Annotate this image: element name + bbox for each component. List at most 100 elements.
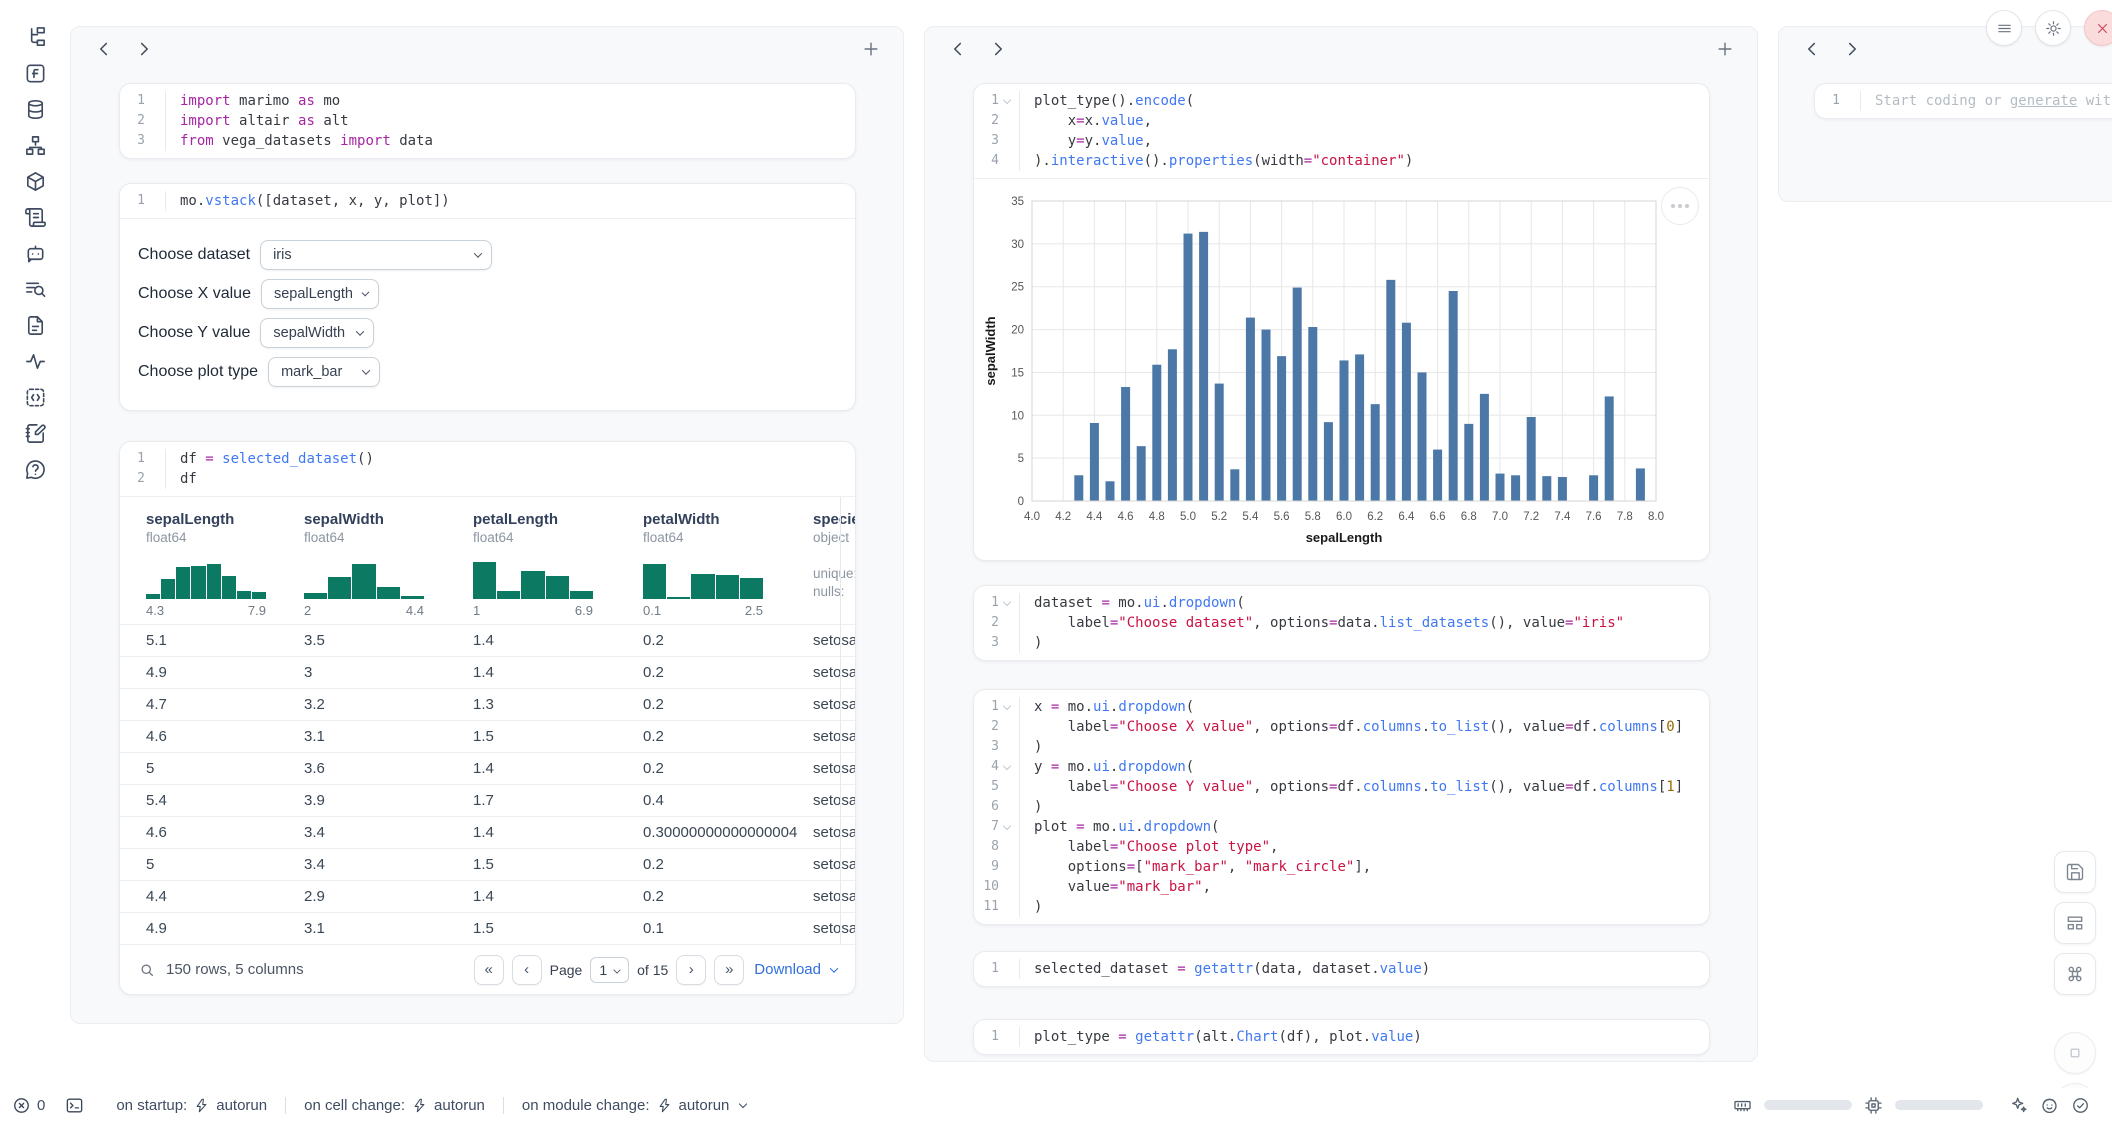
database-icon[interactable]	[24, 98, 47, 121]
cell-dataframe[interactable]: 1df = selected_dataset()2df sepalLengthf…	[119, 441, 856, 995]
table-row[interactable]: 4.73.21.30.2setosa	[120, 688, 855, 720]
code-editor[interactable]: 1selected_dataset = getattr(data, datase…	[974, 952, 1709, 986]
module-change-mode[interactable]: on module change: autorun	[504, 1097, 764, 1114]
help-icon[interactable]	[24, 458, 47, 481]
fold-chevron-icon[interactable]	[1002, 598, 1012, 608]
next-page-button[interactable]: ›	[676, 955, 706, 985]
page-select[interactable]: 1	[590, 957, 629, 983]
table-row[interactable]: 4.63.41.40.30000000000000004setosa	[120, 816, 855, 848]
code-text: )	[1020, 797, 1042, 817]
table-cell: 3.1	[304, 920, 473, 937]
table-cell: 1.4	[473, 824, 643, 841]
code-editor[interactable]: 1mo.vstack([dataset, x, y, plot])	[120, 184, 855, 218]
check-circle-icon[interactable]	[2071, 1096, 2090, 1115]
code-box-icon[interactable]	[24, 386, 47, 409]
chevron-left-icon[interactable]	[93, 38, 115, 60]
file-tree-icon[interactable]	[24, 26, 47, 49]
startup-mode[interactable]: on startup: autorun	[98, 1097, 285, 1114]
column-histogram[interactable]	[473, 557, 593, 599]
assistant-icon[interactable]	[2040, 1096, 2059, 1115]
sitemap-icon[interactable]	[24, 134, 47, 157]
chevron-right-icon[interactable]	[133, 38, 155, 60]
cell-chart[interactable]: 1plot_type().encode(2 x=x.value,3 y=y.va…	[973, 83, 1710, 561]
download-button[interactable]: Download	[754, 961, 837, 978]
line-number: 7	[974, 817, 1020, 837]
chevron-right-icon[interactable]	[987, 38, 1009, 60]
code-editor[interactable]: 1df = selected_dataset()2df	[120, 442, 855, 496]
column-histogram[interactable]	[146, 557, 266, 599]
cell-change-mode[interactable]: on cell change: autorun	[286, 1097, 503, 1114]
chart-menu-button[interactable]	[1661, 187, 1699, 225]
code-editor[interactable]: 1x = mo.ui.dropdown(2 label="Choose X va…	[974, 690, 1709, 924]
line-number: 1	[974, 91, 1020, 111]
errors-icon[interactable]	[12, 1096, 31, 1115]
settings-button[interactable]	[2035, 10, 2071, 46]
cell-xyplot-dropdowns[interactable]: 1x = mo.ui.dropdown(2 label="Choose X va…	[973, 689, 1710, 925]
chevron-down-icon	[362, 288, 370, 296]
table-row[interactable]: 4.93.11.50.1setosa	[120, 912, 855, 944]
cell-scratch[interactable]: 1Start coding or generate with	[1814, 83, 2112, 119]
scroll-icon[interactable]	[24, 206, 47, 229]
terminal-icon[interactable]	[65, 1096, 84, 1115]
cell-dataset-dropdown[interactable]: 1dataset = mo.ui.dropdown(2 label="Choos…	[973, 585, 1710, 661]
first-page-button[interactable]: «	[474, 955, 504, 985]
add-cell-icon[interactable]	[861, 39, 881, 59]
add-cell-icon[interactable]	[1715, 39, 1735, 59]
stop-button[interactable]	[2054, 1032, 2096, 1074]
code-editor[interactable]: 1dataset = mo.ui.dropdown(2 label="Choos…	[974, 586, 1709, 660]
fold-chevron-icon[interactable]	[1002, 762, 1012, 772]
search-list-icon[interactable]	[24, 278, 47, 301]
table-row[interactable]: 5.13.51.40.2setosa	[120, 624, 855, 656]
bar-chart[interactable]: 4.04.24.44.64.85.05.25.45.65.86.06.26.46…	[982, 189, 1701, 554]
code-editor[interactable]: 1plot_type = getattr(alt.Chart(df), plot…	[974, 1020, 1709, 1054]
fold-chevron-icon[interactable]	[1002, 702, 1012, 712]
table-row[interactable]: 53.41.50.2setosa	[120, 848, 855, 880]
menu-button[interactable]	[1986, 10, 2022, 46]
document-icon[interactable]	[24, 314, 47, 337]
table-row[interactable]: 5.43.91.70.4setosa	[120, 784, 855, 816]
code-editor[interactable]: 1Start coding or generate with	[1815, 84, 2112, 118]
command-button[interactable]	[2054, 953, 2096, 995]
package-icon[interactable]	[24, 170, 47, 193]
table-row[interactable]: 4.42.91.40.2setosa	[120, 880, 855, 912]
svg-text:5.4: 5.4	[1242, 511, 1259, 523]
column-histogram[interactable]	[304, 557, 424, 599]
notebook-pen-icon[interactable]	[24, 422, 47, 445]
chart-svg: 4.04.24.44.64.85.05.25.45.65.86.06.26.46…	[982, 189, 1688, 549]
y-select[interactable]: sepalWidth	[260, 318, 374, 348]
fold-chevron-icon[interactable]	[1002, 822, 1012, 832]
fold-chevron-icon[interactable]	[1002, 96, 1012, 106]
function-square-icon[interactable]	[24, 62, 47, 85]
table-row[interactable]: 4.63.11.50.2setosa	[120, 720, 855, 752]
cell-vstack[interactable]: 1mo.vstack([dataset, x, y, plot]) Choose…	[119, 183, 856, 411]
chevron-left-icon[interactable]	[947, 38, 969, 60]
search-icon[interactable]	[138, 961, 156, 979]
table-column-header[interactable]: speciesobjectunique:nulls:	[813, 511, 856, 618]
cell-plot-type[interactable]: 1plot_type = getattr(alt.Chart(df), plot…	[973, 1019, 1710, 1055]
sparkles-icon[interactable]	[2009, 1096, 2028, 1115]
save-button[interactable]	[2054, 851, 2096, 893]
close-button[interactable]	[2084, 10, 2112, 46]
plot-select[interactable]: mark_bar	[268, 357, 380, 387]
table-row[interactable]: 4.931.40.2setosa	[120, 656, 855, 688]
layout-button[interactable]	[2054, 902, 2096, 944]
last-page-button[interactable]: »	[714, 955, 744, 985]
chevron-right-icon[interactable]	[1841, 38, 1863, 60]
cell-imports[interactable]: 1import marimo as mo2import altair as al…	[119, 83, 856, 159]
bot-icon[interactable]	[24, 242, 47, 265]
table-scrollbar[interactable]	[840, 497, 841, 944]
cell-selected-dataset[interactable]: 1selected_dataset = getattr(data, datase…	[973, 951, 1710, 987]
activity-icon[interactable]	[24, 350, 47, 373]
chevron-left-icon[interactable]	[1801, 38, 1823, 60]
table-column-header[interactable]: sepalLengthfloat644.37.9	[146, 511, 304, 618]
prev-page-button[interactable]: ‹	[512, 955, 542, 985]
column-histogram[interactable]	[643, 557, 763, 599]
code-editor[interactable]: 1plot_type().encode(2 x=x.value,3 y=y.va…	[974, 84, 1709, 178]
dataset-select[interactable]: iris	[260, 240, 492, 270]
table-column-header[interactable]: petalWidthfloat640.12.5	[643, 511, 813, 618]
table-column-header[interactable]: petalLengthfloat6416.9	[473, 511, 643, 618]
table-row[interactable]: 53.61.40.2setosa	[120, 752, 855, 784]
table-column-header[interactable]: sepalWidthfloat6424.4	[304, 511, 473, 618]
code-editor[interactable]: 1import marimo as mo2import altair as al…	[120, 84, 855, 158]
x-select[interactable]: sepalLength	[261, 279, 379, 309]
